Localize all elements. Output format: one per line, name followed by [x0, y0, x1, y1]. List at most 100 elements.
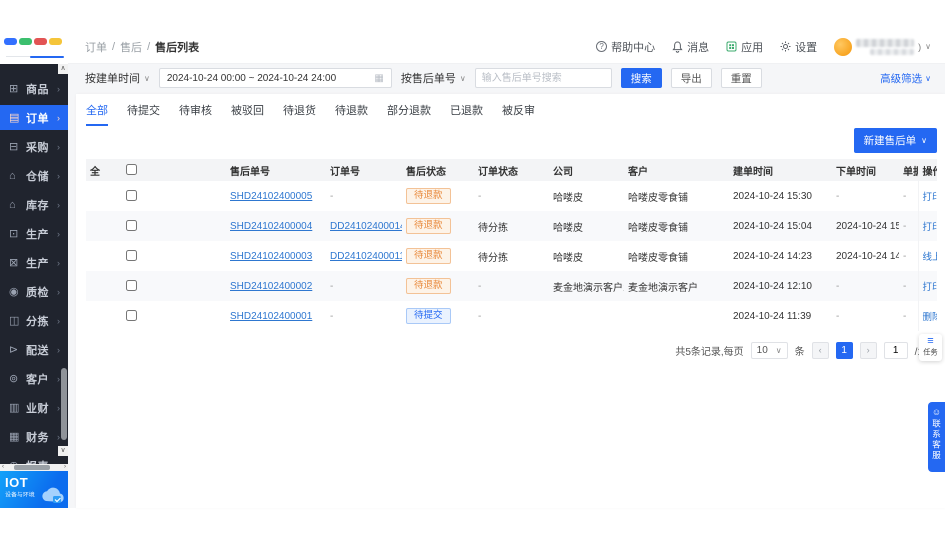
after-sale-no-link[interactable]: SHD24102400002	[230, 281, 312, 292]
order-no-link[interactable]: DD24102400011	[330, 251, 402, 262]
customers-icon: ⊚	[9, 373, 19, 385]
sidebar-item-sorting[interactable]: ◫ 分拣 ›	[0, 308, 68, 333]
print-link[interactable]: 打印	[923, 192, 938, 203]
tab-待提交[interactable]: 待提交	[127, 102, 160, 126]
tab-被驳回[interactable]: 被驳回	[231, 102, 264, 126]
layers-icon: ≡	[927, 335, 934, 347]
apps-icon	[726, 41, 737, 52]
remark-cell: -	[903, 220, 907, 232]
scroll-right-icon[interactable]: ›	[64, 464, 66, 471]
scrollbar-thumb[interactable]	[61, 368, 67, 440]
chevron-down-icon: ∨	[144, 73, 150, 83]
search-input[interactable]	[474, 68, 612, 88]
scroll-down-icon[interactable]: ∨	[58, 446, 68, 456]
sidebar-vertical-scrollbar[interactable]: ∧ ∨	[58, 64, 68, 464]
search-button[interactable]: 搜索	[620, 68, 662, 88]
table-row: SHD24102400002 - 待退款 - 麦金地演示客户1 麦金地演示客户 …	[86, 271, 937, 301]
status-badge: 待提交	[406, 307, 451, 325]
advanced-filter-link[interactable]: 高级筛选 ∨	[880, 71, 931, 86]
row-checkbox[interactable]	[126, 250, 137, 262]
sidebar-item-biz-finance[interactable]: ▥ 业财 ›	[0, 395, 68, 420]
created-at-cell: 2024-10-24 12:10	[733, 280, 812, 292]
apps-button[interactable]: 应用	[726, 39, 763, 55]
export-button[interactable]: 导出	[670, 68, 712, 88]
order-no-link[interactable]: DD24102400014	[330, 221, 402, 232]
sidebar-item-products[interactable]: ⊞ 商品 ›	[0, 76, 68, 101]
settings-button[interactable]: 设置	[780, 39, 817, 55]
page-jump-input[interactable]	[883, 342, 908, 359]
online-refund-link[interactable]: 线上退款	[923, 252, 938, 263]
status-badge: 待退款	[406, 217, 451, 235]
delete-link[interactable]: 删除	[923, 312, 938, 323]
print-link[interactable]: 打印	[923, 282, 938, 293]
prev-page-button[interactable]: ‹	[811, 342, 829, 359]
select-all-checkbox[interactable]	[126, 164, 137, 176]
help-center-button[interactable]: ? 帮助中心	[596, 39, 655, 55]
sidebar-item-purchase[interactable]: ⊟ 采购 ›	[0, 134, 68, 159]
task-widget[interactable]: ≡ 任务	[919, 334, 942, 361]
sidebar-item-warehouse[interactable]: ⌂ 仓储 ›	[0, 163, 68, 188]
sidebar-item-label: 质检	[26, 286, 49, 299]
page-1-button[interactable]: 1	[835, 342, 853, 359]
tab-待退货[interactable]: 待退货	[283, 102, 316, 126]
sidebar-item-delivery[interactable]: ⊳ 配送 ›	[0, 337, 68, 362]
breadcrumb-orders[interactable]: 订单	[85, 39, 107, 55]
scroll-left-icon[interactable]: ‹	[2, 464, 4, 471]
after-sale-no-link[interactable]: SHD24102400003	[230, 251, 312, 262]
scrollbar-thumb[interactable]	[14, 465, 50, 470]
col-after-sale-no: 售后单号	[230, 166, 270, 178]
tab-被反审[interactable]: 被反审	[502, 102, 535, 126]
after-sale-no-link[interactable]: SHD24102400005	[230, 191, 312, 202]
sidebar-item-label: 订单	[26, 112, 49, 125]
row-checkbox[interactable]	[126, 190, 137, 202]
date-range-input[interactable]: 2024-10-24 00:00 ~ 2024-10-24 24:00 ▦	[158, 68, 392, 88]
date-range-value: 2024-10-24 00:00 ~ 2024-10-24 24:00	[166, 72, 337, 84]
time-field-select[interactable]: 按建单时间 ∨	[85, 70, 150, 86]
customer-cell: 哈喽皮零食铺	[628, 252, 688, 264]
col-ordered-at: 下单时间	[836, 166, 876, 178]
row-checkbox[interactable]	[126, 220, 137, 232]
remark-cell: -	[903, 310, 907, 322]
tab-全部[interactable]: 全部	[86, 102, 108, 126]
number-field-select[interactable]: 按售后单号 ∨	[401, 70, 466, 86]
tab-部分退款[interactable]: 部分退款	[387, 102, 431, 126]
tab-待审核[interactable]: 待审核	[179, 102, 212, 126]
sidebar-horizontal-scrollbar[interactable]: ‹ ›	[0, 464, 68, 471]
new-after-sale-button[interactable]: 新建售后单 ∨	[853, 128, 937, 153]
breadcrumb-aftersale[interactable]: 售后	[120, 39, 142, 55]
after-sale-no-link[interactable]: SHD24102400001	[230, 311, 312, 322]
sidebar-item-production2[interactable]: ⊠ 生产 ›	[0, 250, 68, 275]
sidebar-item-orders[interactable]: ▤ 订单 ›	[0, 105, 68, 130]
col-customer: 客户	[628, 166, 648, 178]
page-size-value: 10	[756, 345, 768, 356]
messages-button[interactable]: 消息	[672, 39, 709, 55]
chevron-down-icon: ∨	[775, 346, 782, 355]
row-checkbox[interactable]	[126, 310, 137, 322]
sidebar-item-inventory[interactable]: ⌂ 库存 ›	[0, 192, 68, 217]
company-cell: 哈喽皮	[553, 222, 583, 234]
reset-button[interactable]: 重置	[720, 68, 762, 88]
tab-已退款[interactable]: 已退款	[450, 102, 483, 126]
created-at-cell: 2024-10-24 15:30	[733, 190, 812, 202]
col-company: 公司	[553, 166, 573, 178]
help-label: 帮助中心	[611, 41, 656, 54]
products-icon: ⊞	[9, 83, 19, 95]
chevron-down-icon: ∨	[459, 73, 466, 83]
sidebar-item-customers[interactable]: ⊚ 客户 ›	[0, 366, 68, 391]
scroll-up-icon[interactable]: ∧	[58, 64, 68, 74]
next-page-button[interactable]: ›	[859, 342, 877, 359]
iot-banner[interactable]: IOT 设备与环境	[0, 471, 68, 508]
sidebar-item-quality[interactable]: ◉ 质检 ›	[0, 279, 68, 304]
page-size-select[interactable]: 10 ∨	[750, 342, 788, 359]
logo-underline	[6, 56, 32, 57]
smiley-icon: ☺	[931, 407, 942, 417]
tab-待退款[interactable]: 待退款	[335, 102, 368, 126]
row-checkbox[interactable]	[126, 280, 137, 292]
sidebar-item-label: 业财	[26, 402, 49, 415]
print-link[interactable]: 打印	[923, 222, 938, 233]
customer-service-tab[interactable]: ☺ 联系客服	[928, 402, 945, 472]
user-menu[interactable]: ) ∨	[834, 37, 931, 56]
ordered-at-cell: -	[836, 190, 840, 202]
sidebar-item-production[interactable]: ⊡ 生产 ›	[0, 221, 68, 246]
after-sale-no-link[interactable]: SHD24102400004	[230, 221, 312, 232]
